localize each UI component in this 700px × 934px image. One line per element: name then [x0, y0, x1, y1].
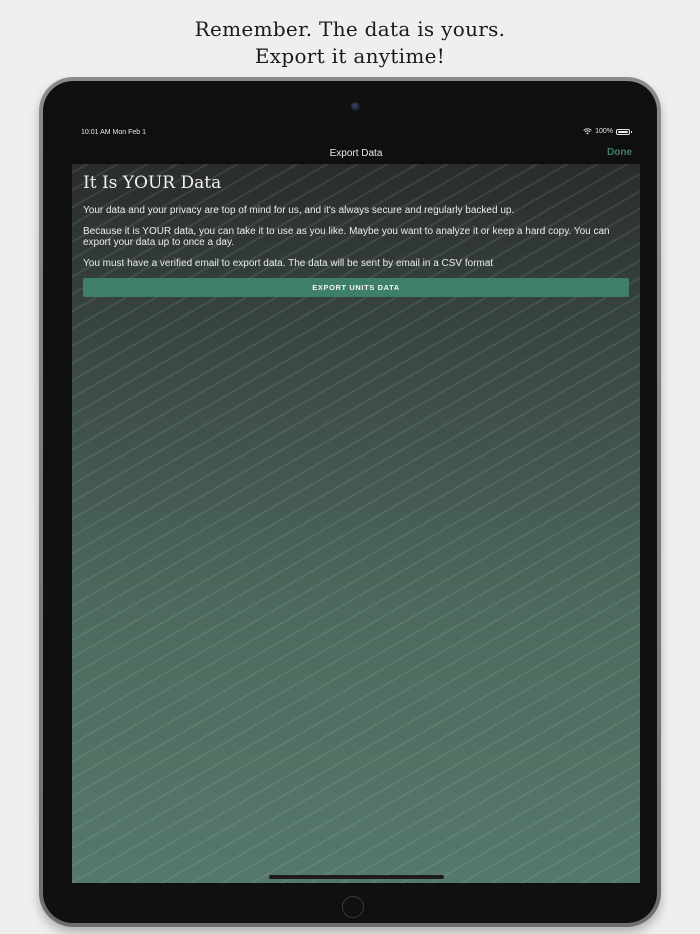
paragraph-requirements: You must have a verified email to export…: [83, 257, 494, 269]
app-screen: 10:01 AM Mon Feb 1 100% Export Data Done…: [72, 122, 640, 883]
home-indicator: [269, 875, 444, 879]
headline-line-2: Export it anytime!: [254, 44, 446, 68]
tablet-device-frame: 10:01 AM Mon Feb 1 100% Export Data Done…: [39, 77, 661, 927]
top-bar: 10:01 AM Mon Feb 1 100% Export Data Done: [72, 122, 640, 164]
export-content: It Is YOUR Data Your data and your priva…: [83, 173, 629, 297]
paragraph-ownership: Because it is YOUR data, you can take it…: [83, 225, 610, 249]
tablet-bezel: 10:01 AM Mon Feb 1 100% Export Data Done…: [43, 81, 657, 923]
headline-line-1: Remember. The data is yours.: [194, 17, 506, 41]
marketing-headline: Remember. The data is yours. Export it a…: [0, 16, 700, 70]
camera-icon: [351, 102, 360, 111]
battery-percent: 100%: [595, 128, 613, 135]
done-button[interactable]: Done: [607, 147, 632, 158]
status-indicators: 100%: [583, 128, 632, 135]
wifi-icon: [583, 128, 592, 135]
paragraph-privacy: Your data and your privacy are top of mi…: [83, 205, 515, 216]
export-units-data-button[interactable]: EXPORT UNITS DATA: [83, 278, 629, 297]
nav-title: Export Data: [329, 148, 383, 159]
battery-icon: [616, 128, 632, 135]
home-button[interactable]: [342, 896, 364, 918]
page-title: It Is YOUR Data: [83, 173, 222, 193]
status-time: 10:01 AM Mon Feb 1: [81, 129, 146, 136]
